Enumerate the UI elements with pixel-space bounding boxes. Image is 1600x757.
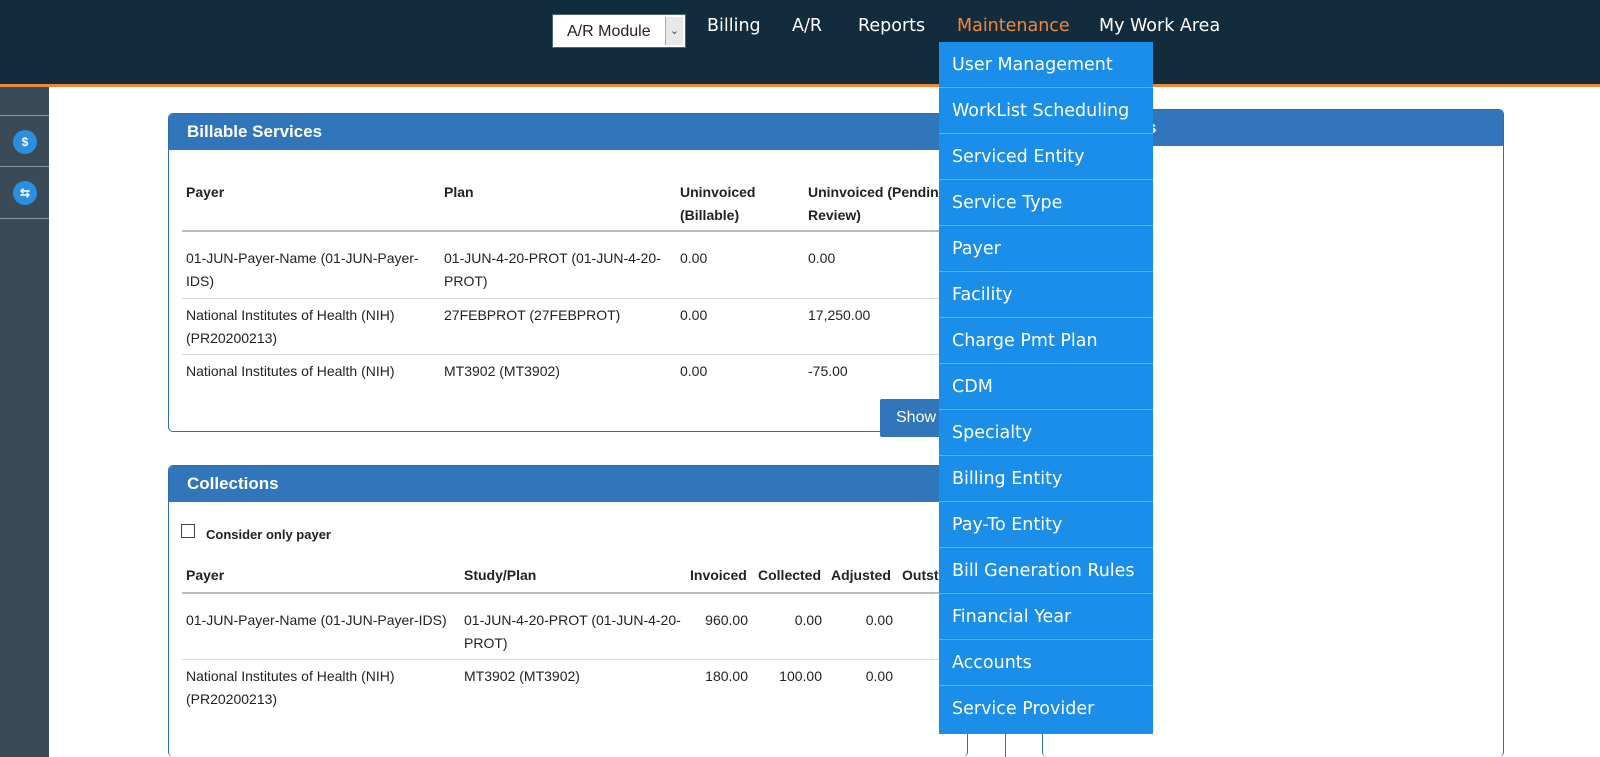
left-sidebar: $ ⇆: [0, 87, 49, 757]
maintenance-dropdown-menu: User Management WorkList Scheduling Serv…: [939, 42, 1153, 734]
table-cell: 0.00: [865, 612, 893, 628]
table-cell: MT3902 (MT3902): [444, 363, 560, 379]
menu-item-service-provider[interactable]: Service Provider: [939, 686, 1153, 732]
table-cell: 0.00: [794, 612, 822, 628]
sidebar-item-billing[interactable]: $: [0, 115, 49, 167]
col-plan: Plan: [444, 184, 474, 200]
col-payer: Payer: [186, 567, 225, 583]
nav-reports[interactable]: Reports: [858, 16, 925, 36]
consider-only-payer-checkbox[interactable]: [181, 524, 195, 538]
header-divider: [182, 592, 942, 594]
col-adjusted: Adjusted: [831, 567, 891, 583]
table-row: 01-JUN-Payer-Name (01-JUN-Payer-IDS): [186, 612, 447, 628]
col-uninvoiced-billable: Uninvoiced (Billable): [680, 184, 756, 223]
menu-item-service-type[interactable]: Service Type: [939, 180, 1153, 226]
table-cell: 180.00: [705, 668, 748, 684]
billable-services-title: Billable Services: [169, 114, 967, 150]
col-study-plan: Study/Plan: [464, 567, 537, 583]
table-cell: 960.00: [705, 612, 748, 628]
exchange-icon: ⇆: [13, 181, 37, 205]
nav-maintenance[interactable]: Maintenance: [957, 16, 1070, 36]
top-navigation-bar: A/R Module ⌄ Billing A/R Reports Mainten…: [0, 0, 1600, 87]
money-bag-icon: $: [13, 130, 37, 154]
module-select[interactable]: A/R Module ⌄: [552, 14, 686, 48]
col-invoiced: Invoiced: [690, 567, 747, 583]
row-divider: [182, 659, 942, 660]
table-cell: 17,250.00: [808, 307, 871, 323]
menu-item-worklist-scheduling[interactable]: WorkList Scheduling: [939, 88, 1153, 134]
module-select-value: A/R Module: [567, 23, 651, 40]
table-cell: 27FEBPROT (27FEBPROT): [444, 307, 621, 323]
row-divider: [182, 298, 942, 299]
menu-item-cdm[interactable]: CDM: [939, 364, 1153, 410]
menu-item-charge-pmt-plan[interactable]: Charge Pmt Plan: [939, 318, 1153, 364]
table-cell: MT3902 (MT3902): [464, 668, 580, 684]
nav-billing[interactable]: Billing: [707, 16, 761, 36]
table-row: National Institutes of Health (NIH): [186, 363, 395, 379]
table-row: National Institutes of Health (NIH) (PR2…: [186, 307, 395, 346]
menu-item-specialty[interactable]: Specialty: [939, 410, 1153, 456]
table-cell: 0.00: [865, 668, 893, 684]
sidebar-item-transfer[interactable]: ⇆: [0, 167, 49, 219]
table-cell: 0.00: [680, 307, 708, 323]
menu-item-facility[interactable]: Facility: [939, 272, 1153, 318]
menu-item-financial-year[interactable]: Financial Year: [939, 594, 1153, 640]
menu-item-payer[interactable]: Payer: [939, 226, 1153, 272]
menu-item-bill-generation-rules[interactable]: Bill Generation Rules: [939, 548, 1153, 594]
nav-ar[interactable]: A/R: [792, 16, 822, 36]
nav-my-work-area[interactable]: My Work Area: [1099, 16, 1220, 36]
table-cell: 0.00: [808, 250, 836, 266]
table-cell: 01-JUN-4-20-PROT (01-JUN-4-20-PROT): [464, 612, 681, 651]
consider-only-payer-label: Consider only payer: [206, 527, 331, 542]
table-row: 01-JUN-Payer-Name (01-JUN-Payer-IDS): [186, 250, 419, 289]
menu-item-accounts[interactable]: Accounts: [939, 640, 1153, 686]
menu-item-billing-entity[interactable]: Billing Entity: [939, 456, 1153, 502]
row-divider: [182, 354, 942, 355]
table-cell: 01-JUN-4-20-PROT (01-JUN-4-20-PROT): [444, 250, 661, 289]
menu-item-serviced-entity[interactable]: Serviced Entity: [939, 134, 1153, 180]
col-payer: Payer: [186, 184, 225, 200]
table-row: National Institutes of Health (NIH) (PR2…: [186, 668, 395, 707]
col-outstanding: Outst: [902, 567, 939, 583]
chevron-down-icon[interactable]: ⌄: [665, 17, 683, 45]
menu-item-user-management[interactable]: User Management: [939, 42, 1153, 88]
menu-item-pay-to-entity[interactable]: Pay-To Entity: [939, 502, 1153, 548]
header-divider: [182, 230, 942, 232]
col-collected: Collected: [758, 567, 822, 583]
table-cell: 100.00: [779, 668, 822, 684]
collections-title: Collections: [169, 466, 967, 502]
col-uninvoiced-pending-label: Uninvoiced (Pending Review): [808, 184, 948, 223]
table-cell: 0.00: [680, 250, 708, 266]
table-cell: 0.00: [680, 363, 708, 379]
table-cell: -75.00: [808, 363, 848, 379]
